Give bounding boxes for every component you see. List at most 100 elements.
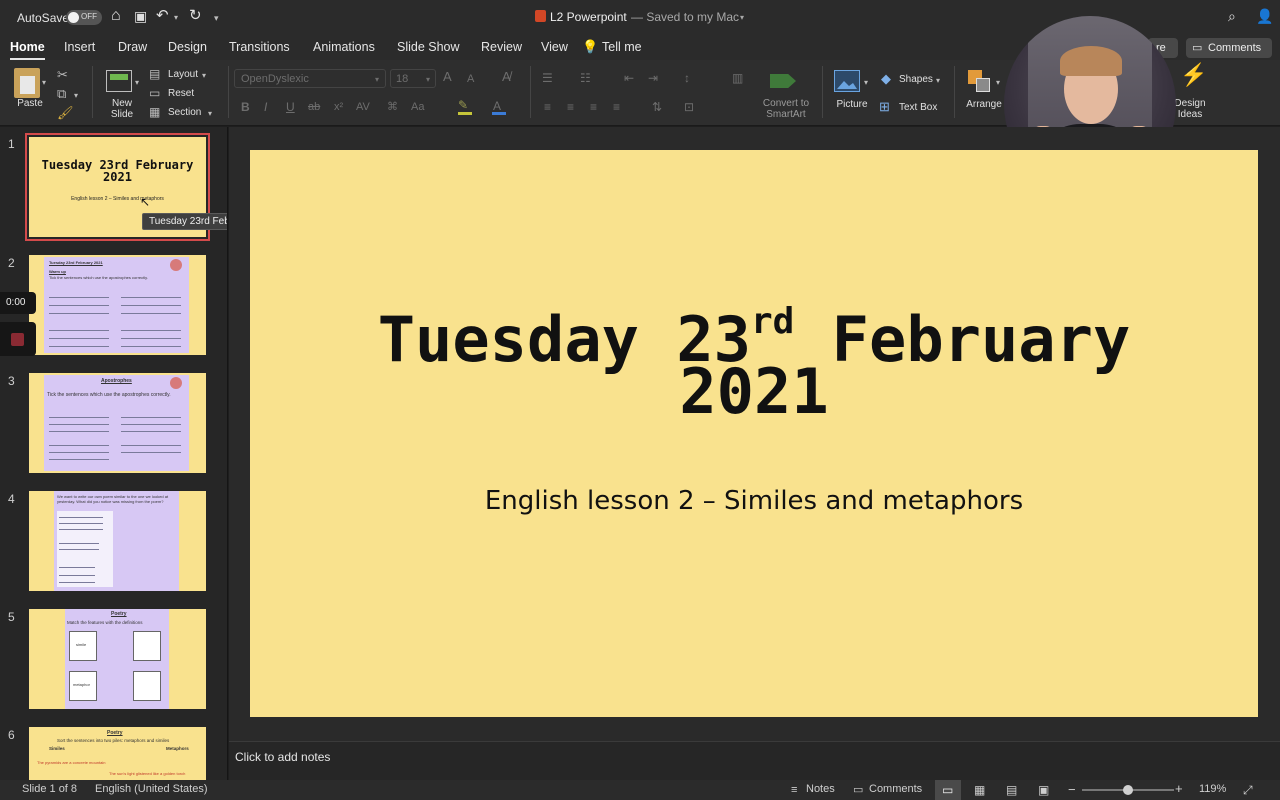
text-direction-icon[interactable]: ⇅ — [652, 100, 662, 114]
slide-thumbnail-pane[interactable]: 1 Tuesday 23rd February 2021 English les… — [0, 127, 228, 780]
copy-chevron-icon[interactable]: ▾ — [74, 89, 78, 103]
arrange-button[interactable]: Arrange — [962, 99, 1006, 110]
font-color-icon[interactable]: A — [493, 99, 501, 113]
save-icon[interactable]: ▣ — [134, 9, 147, 23]
character-spacing-icon[interactable]: AV — [356, 100, 370, 114]
tab-home[interactable]: Home — [10, 40, 45, 60]
home-icon[interactable]: ⌂ — [111, 8, 121, 24]
tab-slide-show[interactable]: Slide Show — [397, 40, 460, 54]
line-spacing-icon[interactable]: ↕ — [684, 71, 690, 85]
slide-subtitle[interactable]: English lesson 2 – Similes and metaphors — [250, 485, 1258, 517]
layout-icon[interactable]: ▤ — [149, 67, 160, 81]
format-painter-icon[interactable]: 🖌 — [57, 106, 74, 120]
strikethrough-icon[interactable]: ab — [308, 100, 320, 114]
increase-indent-icon[interactable]: ⇥ — [648, 71, 658, 85]
align-left-icon[interactable]: ≡ — [544, 100, 551, 114]
section-icon[interactable]: ▦ — [149, 105, 160, 119]
stop-record-icon[interactable] — [11, 333, 24, 346]
notes-pane[interactable]: Click to add notes — [229, 741, 1280, 780]
new-slide-icon[interactable] — [106, 70, 132, 92]
slide-sorter-icon[interactable]: ▦ — [974, 783, 985, 797]
zoom-slider[interactable] — [1082, 785, 1174, 795]
saved-status[interactable]: — Saved to my Mac — [631, 10, 739, 24]
change-case-icon[interactable]: ⌘ — [387, 100, 398, 114]
align-text-icon[interactable]: ⊡ — [684, 100, 694, 114]
reset-icon[interactable]: ▭ — [149, 86, 160, 100]
arrange-chevron-icon[interactable]: ▾ — [996, 76, 1000, 90]
tell-me-search[interactable]: Tell me — [602, 40, 642, 54]
comments-toggle[interactable]: Comments — [869, 783, 922, 795]
language-indicator[interactable]: English (United States) — [95, 783, 208, 795]
autosave-toggle[interactable]: OFF — [66, 10, 102, 25]
decrease-indent-icon[interactable]: ⇤ — [624, 71, 634, 85]
reading-view-icon[interactable]: ▤ — [1006, 783, 1017, 797]
numbering-icon[interactable]: ☷ — [580, 71, 591, 85]
section-button[interactable]: Section — [168, 107, 201, 118]
tab-transitions[interactable]: Transitions — [229, 40, 290, 54]
saved-status-chevron-icon[interactable]: ▾ — [740, 11, 744, 25]
zoom-in-icon[interactable]: + — [1175, 782, 1183, 796]
recording-timer-widget[interactable]: 0:00 — [0, 292, 36, 314]
shapes-icon[interactable]: ◆ — [881, 72, 891, 86]
bold-icon[interactable]: B — [241, 100, 250, 114]
thumbnail-slide-6[interactable]: Poetry Sort the sentences into two piles… — [29, 727, 206, 780]
justify-icon[interactable]: ≡ — [613, 100, 620, 114]
section-chevron-icon[interactable]: ▾ — [208, 107, 212, 121]
slide-title-line2[interactable]: 2021 — [250, 358, 1258, 426]
smartart-icon[interactable] — [770, 70, 796, 92]
zoom-level[interactable]: 119% — [1199, 783, 1226, 795]
new-slide-chevron-icon[interactable]: ▾ — [135, 76, 139, 90]
slideshow-icon[interactable]: ▣ — [1038, 783, 1049, 797]
undo-chevron-down-icon[interactable]: ▾ — [174, 11, 178, 25]
tab-draw[interactable]: Draw — [118, 40, 147, 54]
picture-icon[interactable] — [834, 70, 860, 92]
thumbnail-slide-3[interactable]: Apostrophes Tick the sentences which use… — [29, 373, 206, 473]
italic-icon[interactable]: I — [264, 100, 267, 114]
design-ideas-label-1[interactable]: Design — [1170, 98, 1210, 109]
layout-button[interactable]: Layout — [168, 69, 198, 80]
tab-animations[interactable]: Animations — [313, 40, 375, 54]
new-slide-label-2[interactable]: Slide — [102, 109, 142, 120]
notes-placeholder[interactable]: Click to add notes — [235, 750, 330, 764]
account-icon[interactable]: 👤 — [1256, 9, 1273, 23]
picture-button[interactable]: Picture — [832, 99, 872, 110]
fit-to-window-icon[interactable]: ⤢ — [1243, 783, 1253, 797]
font-size-dropdown[interactable]: 18 ▾ — [390, 69, 436, 88]
picture-chevron-icon[interactable]: ▾ — [864, 76, 868, 90]
convert-smartart-label-1[interactable]: Convert to — [756, 98, 816, 109]
shapes-button[interactable]: Shapes — [899, 74, 933, 85]
redo-icon[interactable]: ↻ — [189, 8, 202, 23]
zoom-out-icon[interactable]: − — [1068, 783, 1076, 797]
current-slide[interactable]: Tuesday 23rd February 2021 English lesso… — [250, 150, 1258, 717]
cut-icon[interactable]: ✂ — [57, 68, 68, 82]
font-name-dropdown[interactable]: OpenDyslexic ▾ — [234, 69, 386, 88]
highlight-icon[interactable]: ✎ — [458, 98, 468, 112]
new-slide-label-1[interactable]: New — [102, 98, 142, 109]
text-case-icon[interactable]: Aa — [411, 100, 424, 114]
design-ideas-label-2[interactable]: Ideas — [1170, 109, 1210, 120]
tab-insert[interactable]: Insert — [64, 40, 95, 54]
notes-icon[interactable]: ≡ — [791, 783, 797, 797]
tab-view[interactable]: View — [541, 40, 568, 54]
record-stop-widget[interactable] — [0, 322, 36, 356]
underline-icon[interactable]: U — [286, 100, 295, 114]
bullets-icon[interactable]: ☰ — [542, 71, 553, 85]
layout-chevron-icon[interactable]: ▾ — [202, 69, 206, 83]
text-box-button[interactable]: Text Box — [899, 102, 937, 113]
columns-icon[interactable]: ▥ — [732, 71, 743, 85]
comments-button[interactable]: ▭ Comments — [1186, 38, 1272, 58]
shapes-chevron-icon[interactable]: ▾ — [936, 74, 940, 88]
tab-review[interactable]: Review — [481, 40, 522, 54]
undo-icon[interactable]: ↶ — [156, 8, 169, 23]
normal-view-button[interactable]: ▭ — [935, 780, 961, 800]
tab-design[interactable]: Design — [168, 40, 207, 54]
align-center-icon[interactable]: ≡ — [567, 100, 574, 114]
convert-smartart-label-2[interactable]: SmartArt — [756, 109, 816, 120]
notes-toggle[interactable]: Notes — [806, 783, 835, 795]
text-box-icon[interactable]: ⊞ — [879, 100, 890, 114]
paste-chevron-icon[interactable]: ▾ — [42, 76, 46, 90]
paste-icon[interactable] — [14, 68, 40, 98]
reset-button[interactable]: Reset — [168, 88, 194, 99]
comments-icon[interactable]: ▭ — [853, 783, 863, 797]
thumbnail-slide-5[interactable]: Poetry Match the features with the defin… — [29, 609, 206, 709]
